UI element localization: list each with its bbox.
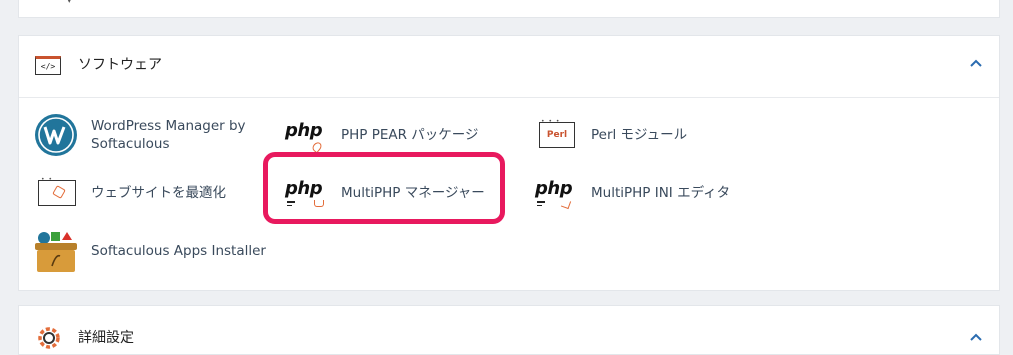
perl-icon: • • • Perl [533,112,579,158]
item-label: Perl モジュール [591,127,688,143]
item-label: ウェブサイトを最適化 [91,185,226,201]
chevron-up-icon[interactable] [969,56,983,70]
code-window-icon: </> [35,56,61,75]
item-label: PHP PEAR パッケージ [341,127,479,143]
section-title: 詳細設定 [78,330,134,346]
wordpress-manager-link[interactable]: WordPress Manager by Softaculous [33,112,251,158]
item-label: MultiPHP INI エディタ [591,185,731,201]
softaculous-icon [33,228,79,274]
item-label: WordPress Manager by Softaculous [91,118,246,152]
software-panel-header[interactable]: </> ソフトウェア [19,36,999,98]
highlight-box [263,152,505,224]
item-label: Softaculous Apps Installer [91,243,266,259]
chevron-up-icon[interactable] [969,330,983,344]
gear-icon [38,327,60,349]
multiphp-ini-editor-link[interactable]: php MultiPHP INI エディタ [533,170,730,216]
multiphp-ini-icon: php [533,170,579,216]
wordpress-icon [33,112,79,158]
previous-panel: ▾ [18,0,1000,18]
optimize-website-link[interactable]: • • ウェブサイトを最適化 [33,170,226,216]
optimize-website-icon: • • [33,170,79,216]
advanced-panel: 詳細設定 [18,305,1000,355]
perl-modules-link[interactable]: • • • Perl Perl モジュール [533,112,687,158]
section-title: ソフトウェア [78,57,162,73]
softaculous-installer-link[interactable]: Softaculous Apps Installer [33,228,266,274]
chevron-down-icon: ▾ [67,0,72,6]
